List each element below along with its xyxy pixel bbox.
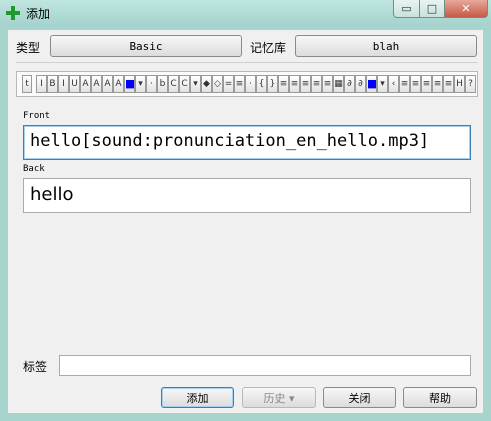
indent2-icon[interactable]: ≡ bbox=[410, 75, 421, 93]
header-icon[interactable]: H bbox=[454, 75, 465, 93]
italic-icon[interactable]: I bbox=[36, 75, 47, 93]
history-button[interactable]: 历史 ▾ bbox=[242, 387, 316, 408]
html-edit-icon[interactable]: ◇ bbox=[212, 75, 223, 93]
table-icon[interactable]: ▦ bbox=[333, 75, 344, 93]
divider bbox=[16, 62, 478, 63]
underline-icon[interactable]: U bbox=[69, 75, 80, 93]
toggle-sticky-icon[interactable]: t bbox=[22, 75, 32, 93]
align3-icon[interactable]: ≡ bbox=[300, 75, 311, 93]
back-field-label: Back bbox=[23, 164, 45, 174]
cloze2-icon[interactable]: C bbox=[179, 75, 190, 93]
list-icon[interactable]: = bbox=[223, 75, 234, 93]
image-attach-icon[interactable]: ◆ bbox=[201, 75, 212, 93]
bold-alt-icon[interactable]: B bbox=[47, 75, 58, 93]
add-button[interactable]: 添加 bbox=[161, 387, 234, 408]
note-type-button[interactable]: Basic bbox=[50, 35, 242, 57]
font-a-icon[interactable]: A bbox=[80, 75, 91, 93]
deck-value: blah bbox=[372, 39, 400, 53]
brace-open-icon[interactable]: { bbox=[256, 75, 267, 93]
quote-icon[interactable]: ‹ bbox=[388, 75, 399, 93]
dot-icon[interactable]: · bbox=[146, 75, 157, 93]
back-field[interactable]: hello bbox=[23, 178, 471, 213]
close-window-button[interactable]: ✕ bbox=[444, 0, 488, 18]
italic-alt-icon[interactable]: I bbox=[58, 75, 69, 93]
cloze-icon[interactable]: C bbox=[168, 75, 179, 93]
indent5-icon[interactable]: ≡ bbox=[443, 75, 454, 93]
deck-button[interactable]: blah bbox=[295, 35, 477, 57]
color-dropdown-icon[interactable]: ▾ bbox=[135, 75, 146, 93]
history-button-label: 历史 ▾ bbox=[263, 391, 295, 405]
align1-icon[interactable]: ≡ bbox=[278, 75, 289, 93]
indent4-icon[interactable]: ≡ bbox=[432, 75, 443, 93]
window-title: 添加 bbox=[26, 7, 51, 21]
back-field-value: hello bbox=[30, 184, 74, 205]
note-type-label: 类型 bbox=[16, 41, 41, 55]
brace-close-icon[interactable]: } bbox=[267, 75, 278, 93]
front-field-label: Front bbox=[23, 111, 51, 121]
align4-icon[interactable]: ≡ bbox=[311, 75, 322, 93]
tags-input[interactable] bbox=[59, 355, 471, 376]
help-button[interactable]: 帮助 bbox=[403, 387, 477, 408]
align5-icon[interactable]: ≡ bbox=[322, 75, 333, 93]
help-icon[interactable]: ? bbox=[465, 75, 476, 93]
font-a2-icon[interactable]: A bbox=[91, 75, 102, 93]
dropdown-icon[interactable]: ▾ bbox=[190, 75, 201, 93]
align2-icon[interactable]: ≡ bbox=[289, 75, 300, 93]
font-a3-icon[interactable]: A bbox=[102, 75, 113, 93]
add-button-label: 添加 bbox=[186, 391, 209, 405]
tags-label: 标签 bbox=[23, 360, 48, 374]
title-bar[interactable]: 添加 ▭ □ ✕ bbox=[0, 0, 491, 25]
add-note-window: 添加 ▭ □ ✕ 类型 Basic 记忆库 blah t I B I U A A A A ■ ▾ · b… bbox=[0, 0, 491, 421]
close-button-label: 关闭 bbox=[348, 391, 371, 405]
dot2-icon[interactable]: · bbox=[245, 75, 256, 93]
indent1-icon[interactable]: ≡ bbox=[399, 75, 410, 93]
formatting-toolbar: t I B I U A A A A ■ ▾ · b C C ▾ ◆ ◇ = ≡ ·{} ≡ ≡ ≡ ≡ ≡ ▦ ∂ ∂ ■ ▾ ‹ ≡ ≡ ≡ ≡ ≡ H… bbox=[16, 71, 478, 97]
highlight-dropdown-icon[interactable]: ▾ bbox=[377, 75, 388, 93]
close-button[interactable]: 关闭 bbox=[323, 387, 396, 408]
link-icon[interactable]: ∂ bbox=[344, 75, 355, 93]
deck-label: 记忆库 bbox=[250, 41, 287, 55]
text-color-icon[interactable]: ■ bbox=[124, 75, 135, 93]
front-field-value: hello[sound:pronunciation_en_hello.mp3] bbox=[30, 131, 430, 151]
close-icon: ✕ bbox=[461, 2, 471, 15]
maximize-icon: □ bbox=[426, 2, 438, 15]
font-a4-icon[interactable]: A bbox=[113, 75, 124, 93]
note-type-value: Basic bbox=[129, 39, 163, 53]
list2-icon[interactable]: ≡ bbox=[234, 75, 245, 93]
link2-icon[interactable]: ∂ bbox=[355, 75, 366, 93]
front-field[interactable]: hello[sound:pronunciation_en_hello.mp3] bbox=[23, 125, 471, 160]
highlight-color-icon[interactable]: ■ bbox=[366, 75, 377, 93]
minimize-button[interactable]: ▭ bbox=[393, 0, 420, 18]
subscript-icon[interactable]: b bbox=[157, 75, 168, 93]
minimize-icon: ▭ bbox=[401, 2, 412, 15]
indent3-icon[interactable]: ≡ bbox=[421, 75, 432, 93]
add-plus-icon bbox=[6, 6, 20, 20]
maximize-button[interactable]: □ bbox=[419, 0, 445, 18]
help-button-label: 帮助 bbox=[429, 391, 451, 405]
